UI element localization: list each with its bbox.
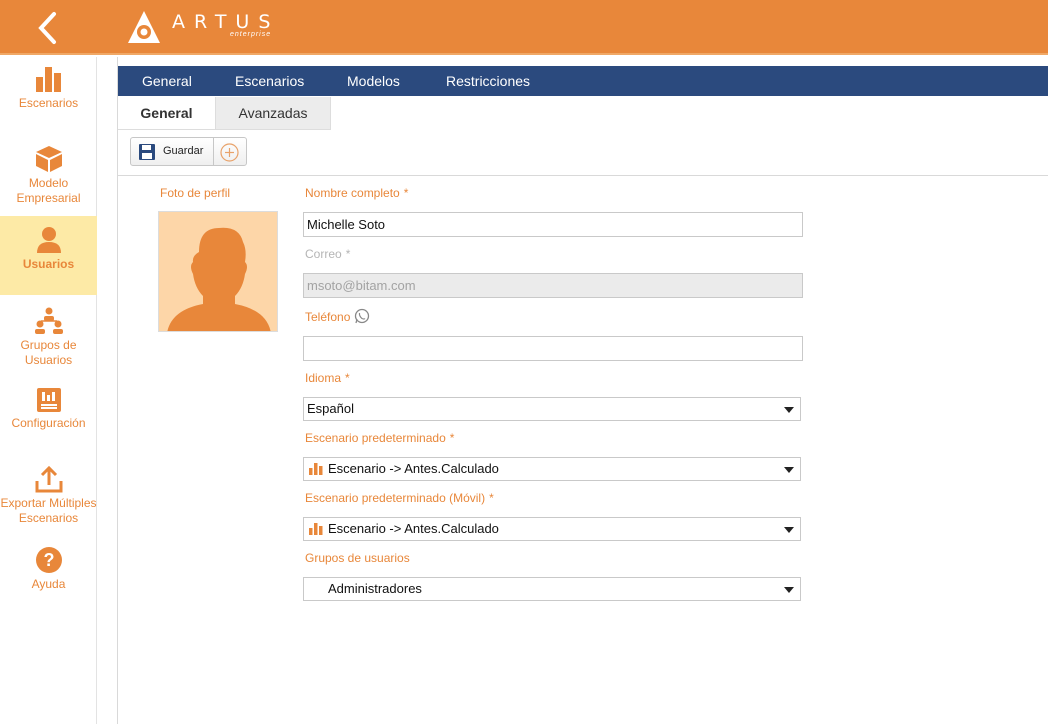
sidebar: Escenarios Modelo Empresarial Usuarios G… (0, 57, 97, 724)
sidebar-item-ayuda[interactable]: ? Ayuda (0, 546, 97, 591)
language-label: Idioma * (305, 371, 350, 385)
subtab-divider (118, 129, 331, 130)
plus-circle-icon (220, 143, 239, 162)
sidebar-divider (97, 57, 118, 724)
sidebar-item-exportar[interactable]: Exportar Múltiples Escenarios (0, 465, 97, 540)
sidebar-item-label: Ayuda (31, 577, 66, 591)
settings-panel-icon (36, 388, 61, 412)
photo-label: Foto de perfil (160, 186, 231, 200)
scenario-mobile-select[interactable]: Escenario -> Antes.Calculado (303, 517, 801, 541)
chevron-down-icon (784, 527, 794, 533)
sidebar-item-configuracion[interactable]: Configuración (0, 387, 97, 432)
tab-modelos[interactable]: Modelos (347, 66, 400, 96)
chevron-down-icon (784, 467, 794, 473)
subtab-avanzadas[interactable]: Avanzadas (216, 97, 331, 129)
sidebar-item-label: Grupos de Usuarios (20, 338, 77, 367)
chevron-down-icon (784, 587, 794, 593)
tab-escenarios[interactable]: Escenarios (235, 66, 304, 96)
save-button-label: Guardar (163, 145, 204, 157)
chevron-down-icon (784, 407, 794, 413)
fullname-label: Nombre completo * (305, 186, 409, 200)
main-tab-bar: General Escenarios Modelos Restricciones (118, 66, 1048, 96)
language-value: Español (307, 401, 354, 416)
groups-select[interactable]: Administradores (303, 577, 801, 601)
save-button[interactable]: Guardar (130, 137, 214, 166)
content-divider (118, 175, 1048, 176)
sidebar-item-grupos-de-usuarios[interactable]: Grupos de Usuarios (0, 307, 97, 367)
groups-label: Grupos de usuarios (305, 551, 410, 565)
profile-photo[interactable] (158, 211, 278, 332)
artus-logo-icon (128, 11, 160, 43)
scenario-select[interactable]: Escenario -> Antes.Calculado (303, 457, 801, 481)
bar-chart-icon (309, 463, 323, 475)
tab-general[interactable]: General (142, 66, 192, 96)
sidebar-item-label: Exportar Múltiples Escenarios (0, 496, 97, 525)
email-label: Correo * (305, 247, 351, 261)
phone-label: Teléfono (305, 310, 351, 324)
user-icon (36, 227, 61, 253)
top-bar: ARTUS enterprise (0, 0, 1048, 55)
sidebar-item-label: Escenarios (18, 96, 79, 110)
subtab-general[interactable]: General (118, 97, 216, 129)
svg-text:?: ? (43, 550, 54, 570)
sidebar-item-label: Configuración (11, 416, 86, 430)
sidebar-item-escenarios[interactable]: Escenarios (0, 65, 97, 115)
groups-value: Administradores (328, 581, 422, 596)
user-group-icon (34, 307, 63, 334)
scenario-label: Escenario predeterminado * (305, 431, 455, 445)
help-icon: ? (35, 547, 62, 573)
whatsapp-icon (354, 308, 370, 324)
user-silhouette-icon (167, 227, 271, 331)
brand-subtitle: enterprise (230, 31, 272, 38)
scenario-mobile-label: Escenario predeterminado (Móvil) * (305, 491, 494, 505)
sidebar-item-usuarios[interactable]: Usuarios (0, 216, 97, 295)
phone-input[interactable] (303, 336, 803, 361)
email-input[interactable]: msoto@bitam.com (303, 273, 803, 298)
sidebar-item-label: Modelo Empresarial (16, 176, 81, 205)
back-arrow-icon[interactable] (32, 8, 66, 48)
scenario-mobile-value: Escenario -> Antes.Calculado (328, 521, 499, 536)
sidebar-item-label: Usuarios (22, 257, 75, 271)
scenario-value: Escenario -> Antes.Calculado (328, 461, 499, 476)
tab-restricciones[interactable]: Restricciones (446, 66, 530, 96)
bar-chart-icon (35, 67, 61, 92)
add-button[interactable] (213, 137, 247, 166)
floppy-disk-icon (139, 144, 155, 160)
bar-chart-icon (309, 523, 323, 535)
language-select[interactable]: Español (303, 397, 801, 421)
export-icon (35, 465, 62, 493)
sidebar-item-modelo-empresarial[interactable]: Modelo Empresarial (0, 145, 97, 207)
fullname-input[interactable]: Michelle Soto (303, 212, 803, 237)
artus-logo: ARTUS enterprise (126, 9, 279, 47)
cube-icon (35, 146, 62, 172)
